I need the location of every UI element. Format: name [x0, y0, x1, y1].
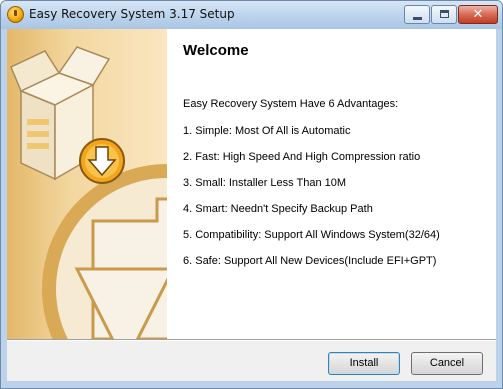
advantage-item: 2. Fast: High Speed And High Compression…: [183, 151, 421, 163]
installer-window: Easy Recovery System 3.17 Setup ✕ Welcom…: [0, 0, 503, 389]
minimize-button[interactable]: [404, 5, 430, 24]
intro-text: Easy Recovery System Have 6 Advantages:: [183, 98, 399, 110]
sidebar-banner: [7, 29, 167, 339]
maximize-button[interactable]: [431, 5, 457, 24]
minimize-icon: [413, 17, 422, 20]
advantage-item: 5. Compatibility: Support All Windows Sy…: [183, 229, 440, 241]
install-button[interactable]: Install: [328, 352, 400, 375]
box-with-download-arrow-illustration: [10, 46, 167, 339]
advantage-item: 6. Safe: Support All New Devices(Include…: [183, 255, 437, 267]
page-title: Welcome: [183, 42, 249, 59]
close-button[interactable]: ✕: [458, 5, 498, 24]
maximize-icon: [440, 10, 449, 18]
advantage-item: 4. Smart: Needn't Specify Backup Path: [183, 203, 373, 215]
window-title: Easy Recovery System 3.17 Setup: [29, 7, 235, 21]
installer-app-icon: [7, 6, 24, 23]
footer-divider: [7, 339, 496, 341]
welcome-panel: Welcome Easy Recovery System Have 6 Adva…: [167, 29, 496, 339]
title-bar[interactable]: Easy Recovery System 3.17 Setup ✕: [1, 1, 502, 29]
cancel-button[interactable]: Cancel: [411, 352, 483, 375]
advantage-item: 3. Small: Installer Less Than 10M: [183, 177, 347, 189]
advantage-item: 1. Simple: Most Of All is Automatic: [183, 125, 351, 137]
wizard-client-area: Welcome Easy Recovery System Have 6 Adva…: [7, 29, 496, 381]
close-icon: ✕: [472, 7, 484, 22]
